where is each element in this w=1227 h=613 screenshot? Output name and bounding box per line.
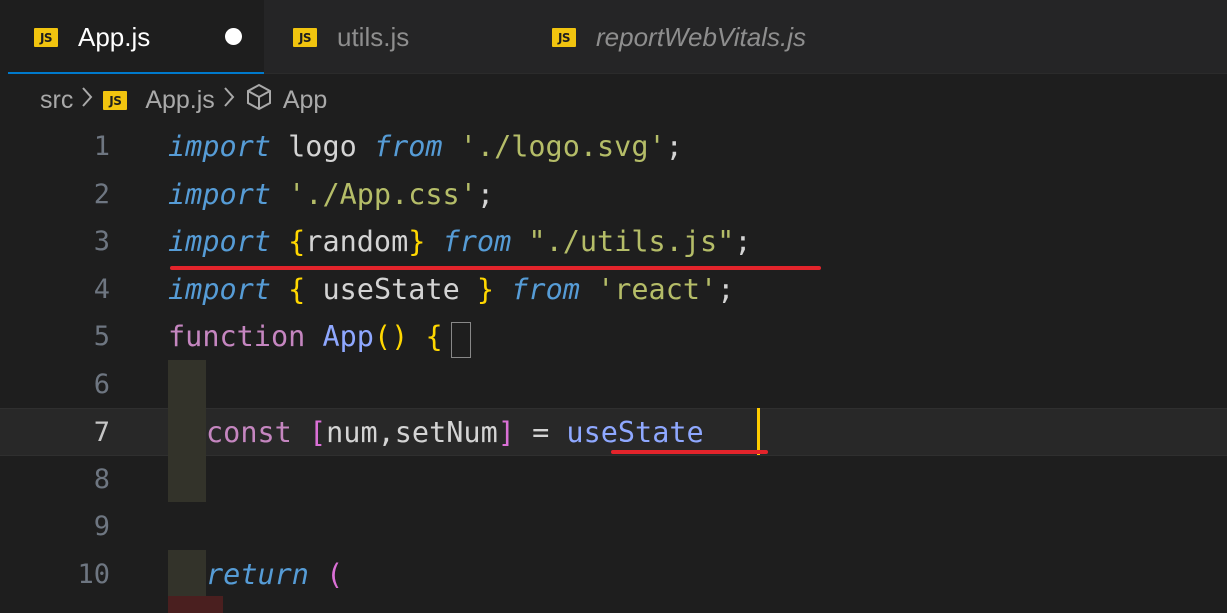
line-number: 10 [77,558,110,590]
code-line[interactable]: 8 [0,456,1227,504]
punctuation: ; [717,272,735,306]
line-code: import {random} from "./utils.js"; [168,218,751,266]
keyword: return [206,557,309,591]
keyword: from [373,130,443,163]
string: './logo.svg' [459,130,666,163]
tab-app-js[interactable]: JS App.js [0,0,264,74]
keyword: import [168,177,271,211]
code-line[interactable]: 5 function App() { [0,313,1227,361]
function-name: useState [566,416,704,449]
tab-report-web-vitals-js[interactable]: JS reportWebVitals.js [514,0,894,74]
breadcrumb-folder[interactable]: src [40,86,73,115]
breadcrumb: src JS App.js App [40,80,327,120]
code-line[interactable]: 6 [0,361,1227,409]
code-line[interactable]: 9 [0,503,1227,551]
parens: () [373,320,409,353]
operator: = [532,416,550,449]
brace: { [288,272,306,306]
keyword: import [168,130,271,163]
js-file-icon: JS [103,90,128,110]
text-cursor [757,408,760,455]
indent-guide [168,408,206,456]
code-line[interactable]: 1 import logo from './logo.svg'; [0,123,1227,171]
line-number: 7 [93,417,110,448]
identifier: useState [322,272,460,306]
line-code: return ( [206,551,343,599]
code-line[interactable]: 10 return ( [0,551,1227,599]
brace: { [425,320,443,353]
function-name: App [322,320,374,353]
line-code: import { useState } from 'react'; [168,266,734,314]
bracket: [ [308,416,327,449]
code-line[interactable]: 3 import {random} from "./utils.js"; [0,218,1227,266]
paren: ( [326,557,344,591]
keyword: import [168,272,271,306]
code-line[interactable]: 2 import './App.css'; [0,171,1227,219]
line-number: 1 [93,131,110,162]
tab-label: App.js [78,21,151,52]
breadcrumb-file[interactable]: App.js [145,86,214,115]
keyword: from [511,272,580,306]
bracket: ] [497,416,515,449]
unsaved-dot-icon[interactable] [225,28,242,45]
keyword: import [168,225,271,258]
tab-label: utils.js [337,21,410,52]
chevron-right-icon [81,86,93,115]
line-code: import logo from './logo.svg'; [168,123,683,171]
indent-guide-error [168,596,223,613]
tab-utils-js[interactable]: JS utils.js [264,0,514,74]
keyword: const [206,416,292,449]
identifier: random [305,225,409,258]
error-underline [611,450,768,454]
code-line[interactable]: 4 import { useState } from 'react'; [0,266,1227,314]
line-number: 8 [93,463,110,495]
brace: } [408,225,426,258]
line-code: import './App.css'; [168,171,494,219]
line-code: function App() { [168,313,443,361]
punctuation: ; [476,177,495,211]
line-number: 4 [93,273,110,305]
line-number: 9 [93,511,110,542]
brace: { [288,225,306,258]
tab-label: reportWebVitals.js [596,21,807,52]
identifier: num,setNum [326,416,498,449]
bracket-match-box [451,322,471,358]
js-file-icon: JS [34,27,58,47]
punctuation: ; [665,130,683,163]
chevron-right-icon [223,86,235,115]
string: './App.css' [288,177,477,211]
line-number: 6 [93,368,110,400]
identifier: logo [288,130,357,163]
line-number: 5 [93,321,110,352]
keyword: from [442,225,512,258]
js-file-icon: JS [293,27,317,47]
string: 'react' [597,272,718,306]
symbol-cube-icon [245,83,273,118]
keyword: function [168,320,306,353]
js-file-icon: JS [552,27,576,47]
brace: } [476,272,495,306]
punctuation: ; [734,225,752,258]
code-editor[interactable]: 1 import logo from './logo.svg'; 2 impor… [0,122,1227,613]
string: "./utils.js" [528,225,735,258]
line-number: 3 [93,226,110,257]
editor-tab-bar: JS App.js JS utils.js JS reportWebVitals… [0,0,1227,74]
line-number: 2 [93,178,110,210]
breadcrumb-symbol[interactable]: App [283,86,327,115]
